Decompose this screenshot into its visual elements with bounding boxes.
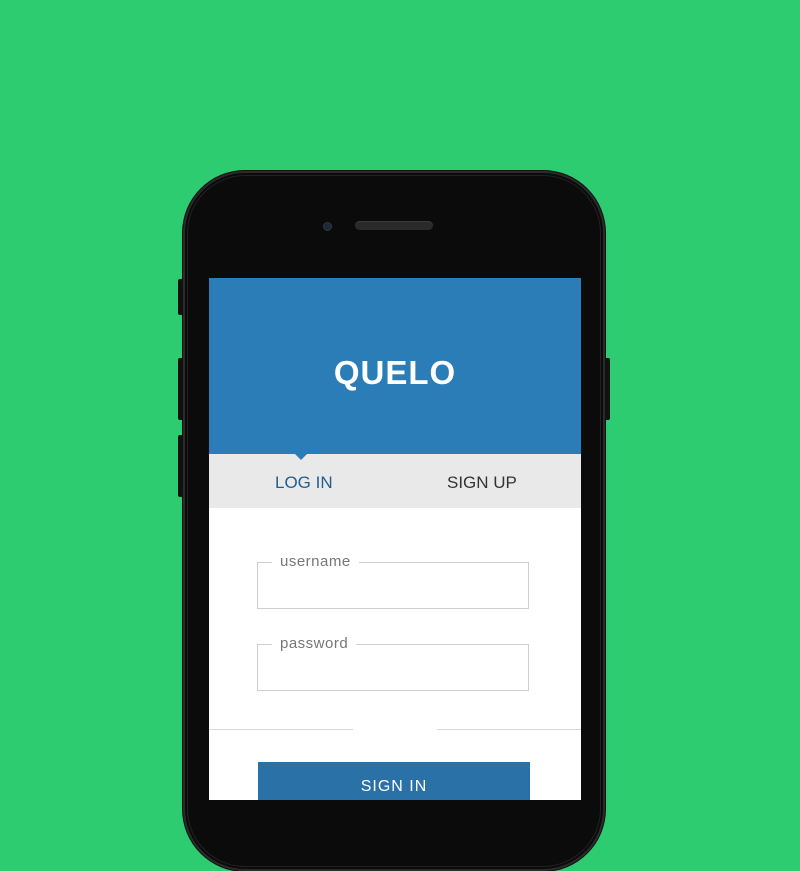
password-field[interactable]: password [257,635,529,691]
volume-up-button [178,358,183,420]
active-tab-indicator [294,453,308,460]
password-label: password [272,635,357,653]
tab-log-in[interactable]: LOG IN [275,454,333,508]
front-camera-icon [323,222,332,231]
username-field[interactable]: username [257,553,529,609]
username-label: username [272,553,359,571]
divider-right [437,729,581,730]
power-button [605,358,610,420]
mute-switch [178,279,183,315]
app-title: QUELO [333,354,457,391]
earpiece-speaker [355,221,433,230]
app-header: QUELO [209,278,581,454]
sign-in-button[interactable]: SIGN IN [258,762,530,800]
divider-left [209,729,353,730]
auth-tabs: LOG IN SIGN UP [209,454,581,508]
app-screen: QUELO LOG IN SIGN UP username password S… [209,278,581,800]
volume-down-button [178,435,183,497]
tab-sign-up[interactable]: SIGN UP [447,454,517,508]
